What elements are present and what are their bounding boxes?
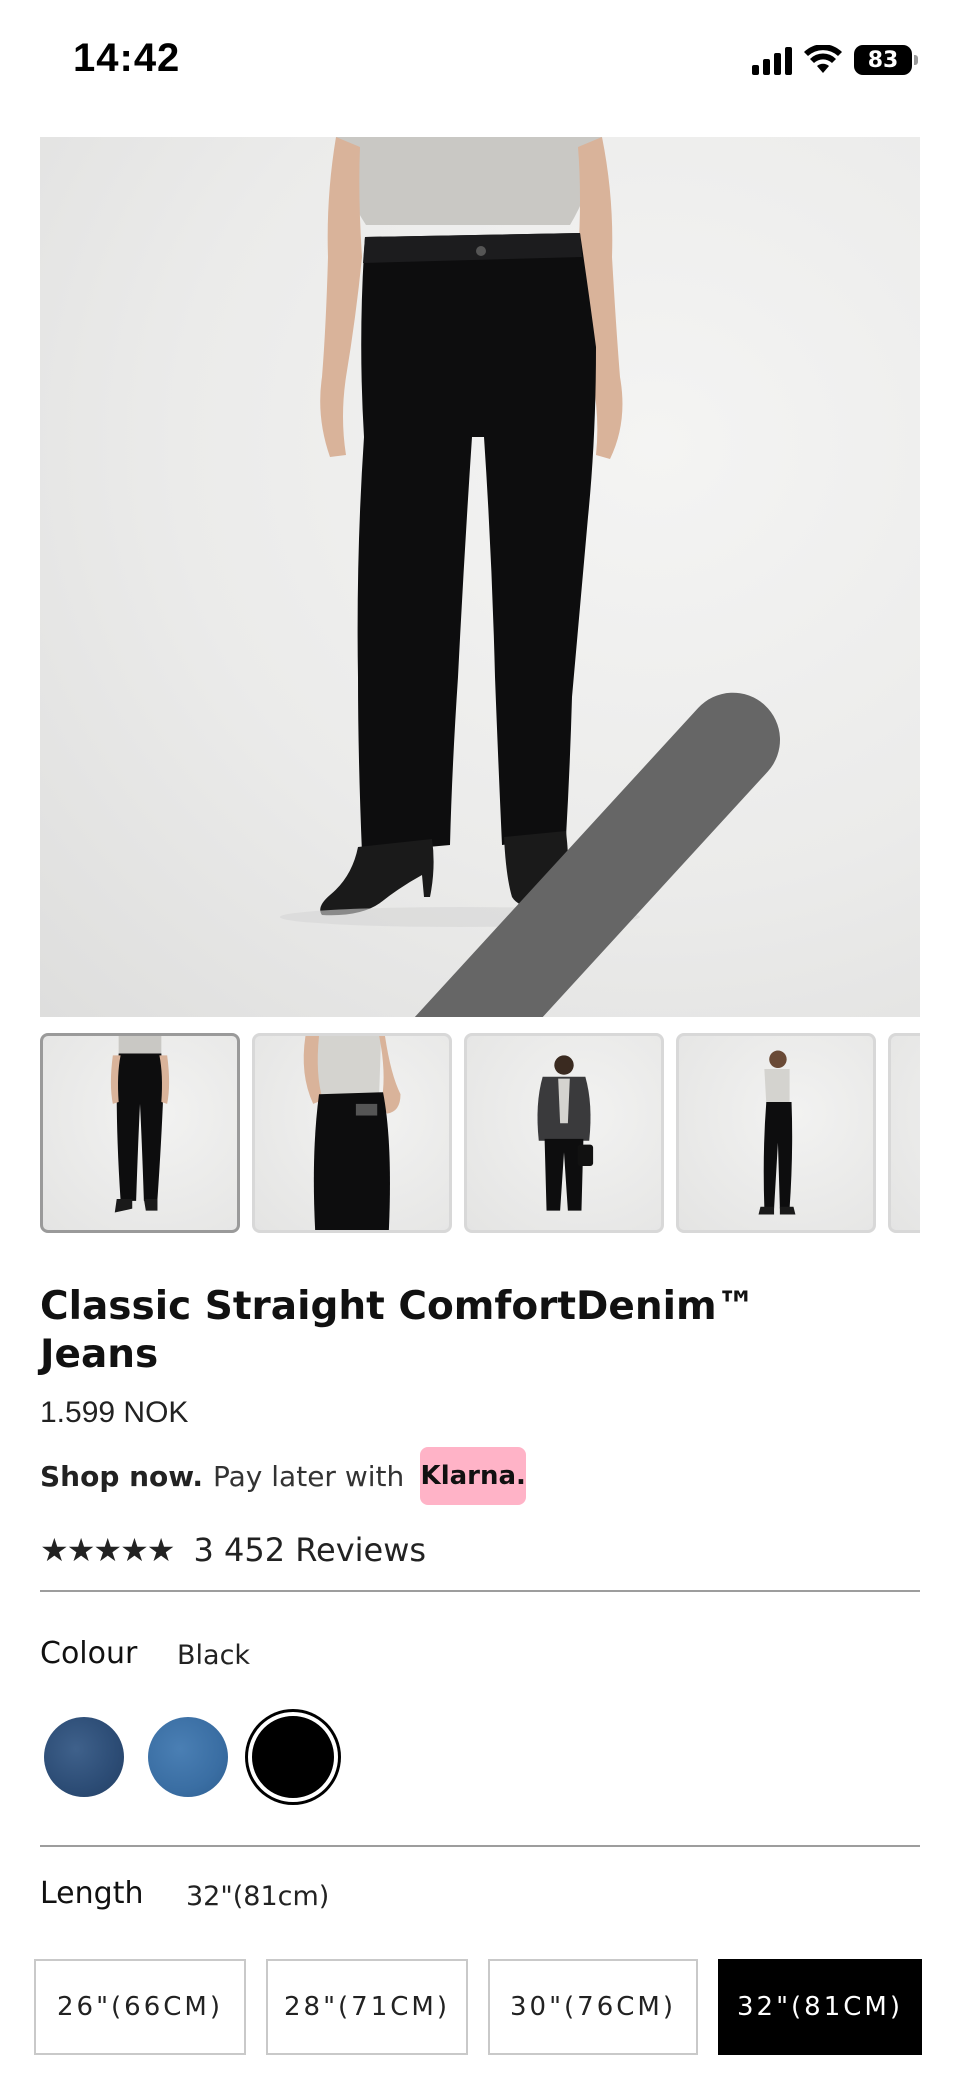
thumbnail-back-image [303,1036,401,1230]
thumbnail-side-image [758,1050,796,1215]
length-option-28[interactable]: 28"(71CM) [266,1959,468,2055]
battery-icon: 83 [854,45,918,75]
chevron-right-icon [858,677,920,1017]
reviews-link[interactable]: ★★★★★ 3 452 Reviews [40,1528,426,1572]
previous-image-button[interactable] [120,677,780,1017]
colour-label: Colour [40,1636,138,1671]
length-option-32-selected[interactable]: 32"(81CM) [718,1959,922,2055]
colour-value: Black [177,1640,251,1671]
colour-swatches [40,1712,338,1802]
klarna-payment-info: Shop now. Pay later with Klarna. [40,1447,527,1505]
thumbnail-back-view[interactable] [252,1033,452,1233]
thumbnail-more[interactable] [888,1033,920,1233]
swatch-black-selected[interactable] [248,1712,338,1802]
wifi-icon [804,45,842,73]
length-option-30[interactable]: 30"(76CM) [488,1959,698,2055]
length-value: 32"(81cm) [186,1881,330,1912]
status-bar: 14:42 83 [0,0,960,120]
product-price: 1.599 NOK [40,1396,189,1429]
product-main-image[interactable] [40,137,920,1017]
klarna-logo[interactable]: Klarna. [420,1447,527,1505]
swatch-dark-denim[interactable] [44,1717,124,1797]
klarna-pay-later-text: Pay later with [213,1459,405,1493]
length-option-26[interactable]: 26"(66CM) [34,1959,246,2055]
thumbnail-side-view[interactable] [676,1033,876,1233]
thumbnail-front-view[interactable] [40,1033,240,1233]
cellular-signal-icon [752,45,792,75]
rating-stars-icon: ★★★★★ [40,1531,175,1569]
length-options: 26"(66CM) 28"(71CM) 30"(76CM) 32"(81CM) [34,1959,922,2055]
next-image-button[interactable] [858,677,918,757]
reviews-count: 3 452 Reviews [193,1531,427,1569]
thumbnail-outfit-image [537,1055,594,1211]
status-icons: 83 [752,42,918,78]
swatch-mid-denim[interactable] [148,1717,228,1797]
product-title: Classic Straight ComfortDenim™ Jeans [40,1284,756,1377]
thumbnail-front-image [110,1036,170,1213]
battery-level: 83 [867,47,899,73]
thumbnail-strip[interactable] [40,1033,920,1235]
chevron-left-icon [414,692,780,1017]
length-label: Length [40,1876,144,1911]
divider [40,1590,920,1592]
thumbnail-outfit-view[interactable] [464,1033,664,1233]
divider [40,1845,920,1847]
status-time: 14:42 [73,36,181,80]
klarna-shop-now-text: Shop now. [40,1459,204,1493]
